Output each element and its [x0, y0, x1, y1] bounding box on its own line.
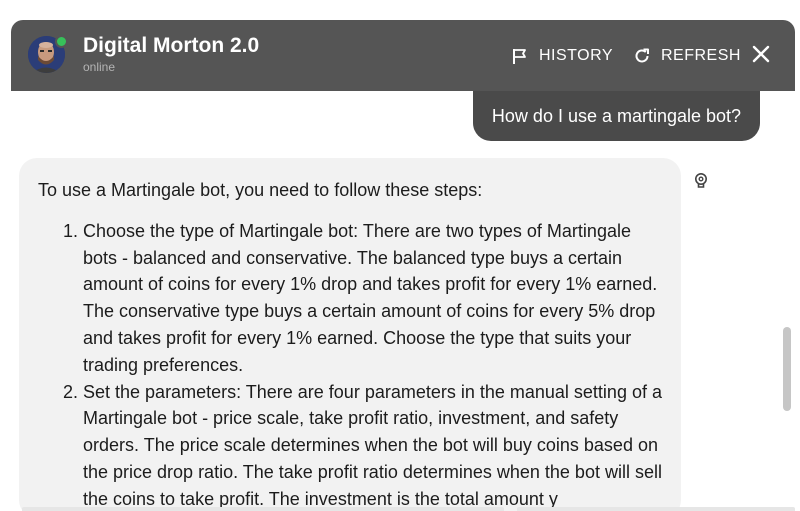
scrollbar-track[interactable]	[781, 91, 795, 511]
bottom-panel-right	[517, 507, 795, 511]
bot-intro: To use a Martingale bot, you need to fol…	[38, 180, 483, 200]
lightbulb-icon[interactable]	[693, 172, 709, 190]
close-icon	[752, 45, 770, 63]
refresh-icon	[633, 47, 651, 65]
bot-status: online	[83, 60, 116, 74]
chat-window: Digital Morton 2.0 online HISTORY REFRES…	[0, 0, 800, 511]
bottom-panel-left	[22, 507, 504, 511]
chat-messages[interactable]: How do I use a martingale bot? To use a …	[11, 91, 795, 511]
scrollbar-thumb[interactable]	[783, 327, 791, 411]
history-button[interactable]: HISTORY	[511, 45, 613, 67]
bot-steps-list: Choose the type of Martingale bot: There…	[38, 218, 663, 511]
flag-icon	[511, 47, 529, 65]
list-item: Choose the type of Martingale bot: There…	[83, 218, 663, 379]
bot-message: To use a Martingale bot, you need to fol…	[19, 158, 681, 511]
history-label: HISTORY	[539, 47, 614, 64]
bot-name: Digital Morton 2.0	[83, 34, 260, 57]
close-button[interactable]	[749, 42, 773, 66]
list-item: Set the parameters: There are four param…	[83, 379, 663, 511]
user-message: How do I use a martingale bot?	[473, 91, 760, 141]
refresh-button[interactable]: REFRESH	[633, 45, 741, 67]
chat-header: Digital Morton 2.0 online HISTORY REFRES…	[11, 20, 795, 91]
refresh-label: REFRESH	[661, 47, 741, 64]
online-status-dot	[55, 35, 68, 48]
